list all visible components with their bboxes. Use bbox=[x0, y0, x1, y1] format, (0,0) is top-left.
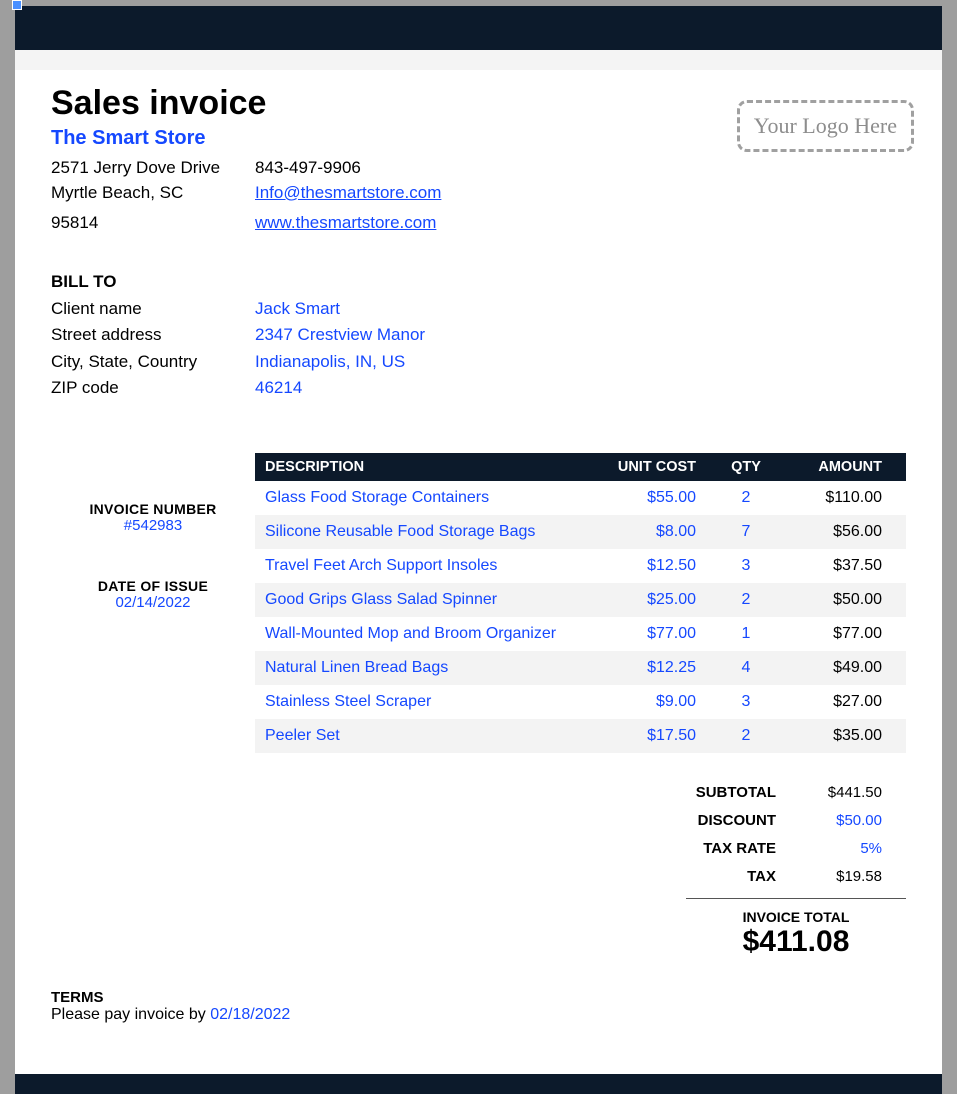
col-amount: AMOUNT bbox=[786, 453, 906, 481]
selection-handle[interactable] bbox=[12, 0, 22, 10]
cell-amount: $56.00 bbox=[786, 515, 906, 549]
bill-to-city-label: City, State, Country bbox=[51, 349, 255, 375]
cell-amount: $110.00 bbox=[786, 481, 906, 515]
logo-placeholder[interactable]: Your Logo Here bbox=[737, 100, 914, 152]
tax-label: TAX bbox=[636, 863, 806, 891]
invoice-total-value: $411.08 bbox=[686, 925, 906, 959]
invoice-meta: INVOICE NUMBER #542983 DATE OF ISSUE 02/… bbox=[51, 453, 255, 959]
taxrate-label: TAX RATE bbox=[636, 835, 806, 863]
cell-qty: 1 bbox=[706, 617, 786, 651]
company-website-link[interactable]: www.thesmartstore.com bbox=[255, 213, 436, 232]
cell-qty: 4 bbox=[706, 651, 786, 685]
cell-amount: $50.00 bbox=[786, 583, 906, 617]
terms-heading: TERMS bbox=[51, 989, 906, 1006]
subtotal-label: SUBTOTAL bbox=[636, 779, 806, 807]
terms-date: 02/18/2022 bbox=[210, 1006, 290, 1023]
company-address-2: Myrtle Beach, SC bbox=[51, 181, 255, 206]
cell-qty: 3 bbox=[706, 685, 786, 719]
table-row: Stainless Steel Scraper$9.003$27.00 bbox=[255, 685, 906, 719]
table-row: Natural Linen Bread Bags$12.254$49.00 bbox=[255, 651, 906, 685]
cell-amount: $77.00 bbox=[786, 617, 906, 651]
cell-qty: 2 bbox=[706, 481, 786, 515]
bill-to-zip-value: 46214 bbox=[255, 375, 302, 401]
cell-description: Natural Linen Bread Bags bbox=[255, 651, 586, 685]
totals-block: SUBTOTAL $441.50 DISCOUNT $50.00 TAX RAT… bbox=[255, 779, 906, 959]
cell-unit-cost: $17.50 bbox=[586, 719, 706, 753]
cell-unit-cost: $55.00 bbox=[586, 481, 706, 515]
cell-unit-cost: $8.00 bbox=[586, 515, 706, 549]
bill-to-client-value: Jack Smart bbox=[255, 296, 340, 322]
cell-description: Stainless Steel Scraper bbox=[255, 685, 586, 719]
cell-amount: $49.00 bbox=[786, 651, 906, 685]
cell-amount: $27.00 bbox=[786, 685, 906, 719]
cell-qty: 3 bbox=[706, 549, 786, 583]
invoice-sheet: Your Logo Here Sales invoice The Smart S… bbox=[15, 70, 942, 1074]
invoice-number-value: #542983 bbox=[51, 517, 255, 534]
discount-label: DISCOUNT bbox=[636, 807, 806, 835]
table-row: Peeler Set$17.502$35.00 bbox=[255, 719, 906, 753]
cell-description: Good Grips Glass Salad Spinner bbox=[255, 583, 586, 617]
bill-to-city-value: Indianapolis, IN, US bbox=[255, 349, 405, 375]
date-of-issue-value: 02/14/2022 bbox=[51, 594, 255, 611]
invoice-number-label: INVOICE NUMBER bbox=[51, 501, 255, 517]
col-description: DESCRIPTION bbox=[255, 453, 586, 481]
cell-description: Silicone Reusable Food Storage Bags bbox=[255, 515, 586, 549]
bill-to-zip-label: ZIP code bbox=[51, 375, 255, 401]
col-unit-cost: UNIT COST bbox=[586, 453, 706, 481]
company-address-1: 2571 Jerry Dove Drive bbox=[51, 156, 255, 181]
table-row: Wall-Mounted Mop and Broom Organizer$77.… bbox=[255, 617, 906, 651]
cell-description: Wall-Mounted Mop and Broom Organizer bbox=[255, 617, 586, 651]
subtotal-value: $441.50 bbox=[806, 779, 906, 807]
cell-description: Glass Food Storage Containers bbox=[255, 481, 586, 515]
cell-qty: 2 bbox=[706, 583, 786, 617]
bill-to-heading: BILL TO bbox=[51, 272, 906, 292]
company-phone: 843-497-9906 bbox=[255, 156, 441, 181]
table-row: Good Grips Glass Salad Spinner$25.002$50… bbox=[255, 583, 906, 617]
cell-unit-cost: $9.00 bbox=[586, 685, 706, 719]
cell-unit-cost: $12.50 bbox=[586, 549, 706, 583]
cell-amount: $35.00 bbox=[786, 719, 906, 753]
top-bar bbox=[15, 6, 942, 50]
cell-amount: $37.50 bbox=[786, 549, 906, 583]
bill-to-client-label: Client name bbox=[51, 296, 255, 322]
cell-qty: 7 bbox=[706, 515, 786, 549]
bill-to-block: BILL TO Client name Jack Smart Street ad… bbox=[51, 272, 906, 401]
terms-block: TERMS Please pay invoice by 02/18/2022 bbox=[51, 989, 906, 1024]
bottom-bar bbox=[15, 1074, 942, 1094]
table-row: Glass Food Storage Containers$55.002$110… bbox=[255, 481, 906, 515]
col-qty: QTY bbox=[706, 453, 786, 481]
cell-description: Travel Feet Arch Support Insoles bbox=[255, 549, 586, 583]
cell-unit-cost: $77.00 bbox=[586, 617, 706, 651]
discount-value: $50.00 bbox=[806, 807, 906, 835]
line-items-table: DESCRIPTION UNIT COST QTY AMOUNT Glass F… bbox=[255, 453, 906, 753]
company-zip: 95814 bbox=[51, 211, 255, 236]
company-email-link[interactable]: Info@thesmartstore.com bbox=[255, 183, 441, 202]
table-row: Travel Feet Arch Support Insoles$12.503$… bbox=[255, 549, 906, 583]
totals-divider bbox=[686, 898, 906, 899]
bill-to-street-label: Street address bbox=[51, 322, 255, 348]
terms-prefix: Please pay invoice by bbox=[51, 1006, 210, 1023]
table-row: Silicone Reusable Food Storage Bags$8.00… bbox=[255, 515, 906, 549]
cell-unit-cost: $12.25 bbox=[586, 651, 706, 685]
date-of-issue-label: DATE OF ISSUE bbox=[51, 578, 255, 594]
tax-value: $19.58 bbox=[806, 863, 906, 891]
document-page: Your Logo Here Sales invoice The Smart S… bbox=[15, 6, 942, 1094]
bill-to-street-value: 2347 Crestview Manor bbox=[255, 322, 425, 348]
cell-unit-cost: $25.00 bbox=[586, 583, 706, 617]
taxrate-value: 5% bbox=[806, 835, 906, 863]
cell-qty: 2 bbox=[706, 719, 786, 753]
cell-description: Peeler Set bbox=[255, 719, 586, 753]
invoice-total-label: INVOICE TOTAL bbox=[686, 909, 906, 925]
